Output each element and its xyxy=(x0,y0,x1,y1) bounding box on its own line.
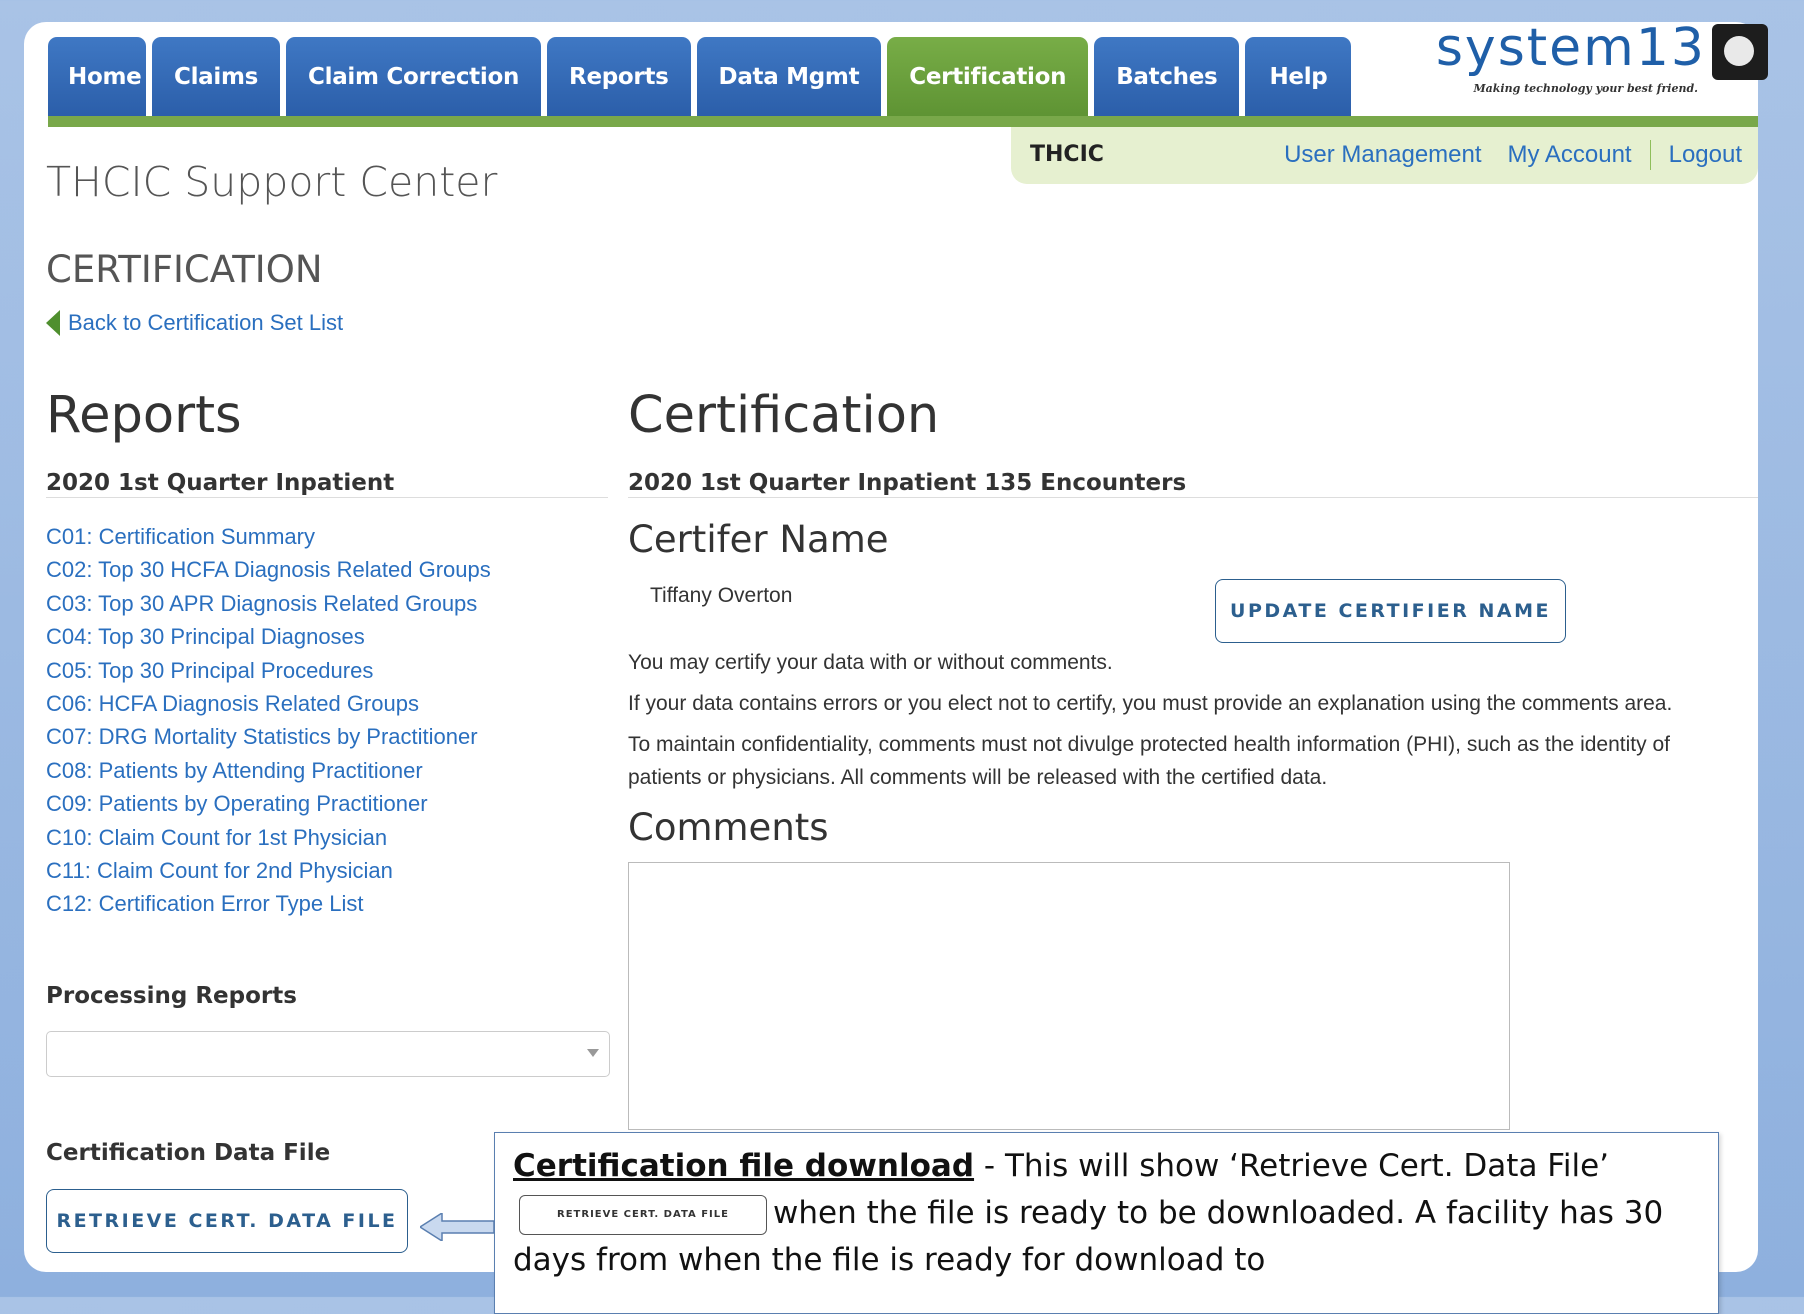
main-nav: Home Claims Claim Correction Reports Dat… xyxy=(48,37,1352,117)
tab-batches[interactable]: Batches xyxy=(1094,37,1240,117)
reports-subheading: 2020 1st Quarter Inpatient xyxy=(46,470,395,496)
dog-icon xyxy=(1712,24,1768,80)
report-link-c03[interactable]: C03: Top 30 APR Diagnosis Related Groups xyxy=(46,587,491,620)
chevron-down-icon xyxy=(587,1049,599,1057)
my-account-link[interactable]: My Account xyxy=(1508,141,1632,169)
comments-textarea[interactable] xyxy=(628,862,1510,1130)
back-arrow-icon xyxy=(46,310,60,336)
org-name: THCIC xyxy=(1030,142,1104,167)
report-link-c10[interactable]: C10: Claim Count for 1st Physician xyxy=(46,821,491,854)
certify-info-text: You may certify your data with or withou… xyxy=(628,651,1113,674)
certifier-name-value: Tiffany Overton xyxy=(650,584,793,607)
back-to-set-list-link[interactable]: Back to Certification Set List xyxy=(46,310,343,336)
tab-home[interactable]: Home xyxy=(48,37,146,117)
report-link-c07[interactable]: C07: DRG Mortality Statistics by Practit… xyxy=(46,720,491,753)
annotation-callout: Certification file download - This will … xyxy=(494,1132,1719,1314)
report-link-c05[interactable]: C05: Top 30 Principal Procedures xyxy=(46,654,491,687)
system13-logo[interactable]: system13 Making technology your best fri… xyxy=(1435,18,1768,95)
callout-text-1: - This will show ‘Retrieve Cert. Data Fi… xyxy=(974,1148,1610,1184)
back-link-label: Back to Certification Set List xyxy=(68,310,344,335)
comments-heading: Comments xyxy=(628,806,829,849)
report-link-c06[interactable]: C06: HCFA Diagnosis Related Groups xyxy=(46,687,491,720)
report-link-c04[interactable]: C04: Top 30 Principal Diagnoses xyxy=(46,620,491,653)
logo-wordmark: system13 xyxy=(1435,18,1706,78)
tab-help[interactable]: Help xyxy=(1245,37,1352,117)
report-link-c08[interactable]: C08: Patients by Attending Practitioner xyxy=(46,754,491,787)
report-link-c12[interactable]: C12: Certification Error Type List xyxy=(46,887,491,920)
account-links: User Management My Account Logout xyxy=(1284,140,1742,170)
certification-heading: Certification xyxy=(628,386,940,445)
errors-info-text: If your data contains errors or you elec… xyxy=(628,692,1673,715)
cert-data-file-heading: Certification Data File xyxy=(46,1140,331,1166)
processing-reports-select[interactable] xyxy=(46,1031,610,1077)
processing-reports-heading: Processing Reports xyxy=(46,983,297,1009)
update-certifier-name-button[interactable]: UPDATE CERTIFIER NAME xyxy=(1215,579,1566,643)
logout-link[interactable]: Logout xyxy=(1669,141,1742,169)
link-divider xyxy=(1649,140,1651,170)
logo-tagline: Making technology your best friend. xyxy=(1473,82,1698,95)
retrieve-cert-data-file-button[interactable]: RETRIEVE CERT. DATA FILE xyxy=(46,1189,408,1253)
certification-subheading: 2020 1st Quarter Inpatient 135 Encounter… xyxy=(628,470,1187,496)
user-management-link[interactable]: User Management xyxy=(1284,141,1481,169)
tab-data-mgmt[interactable]: Data Mgmt xyxy=(696,37,882,117)
tab-claims[interactable]: Claims xyxy=(152,37,281,117)
nav-underline xyxy=(48,116,1758,127)
confidentiality-info-text: To maintain confidentiality, comments mu… xyxy=(628,733,1670,789)
certification-divider xyxy=(628,497,1758,498)
report-link-c02[interactable]: C02: Top 30 HCFA Diagnosis Related Group… xyxy=(46,553,491,586)
report-link-c11[interactable]: C11: Claim Count for 2nd Physician xyxy=(46,854,491,887)
tab-reports[interactable]: Reports xyxy=(547,37,691,117)
callout-title: Certification file download xyxy=(513,1148,975,1184)
reports-heading: Reports xyxy=(46,386,242,445)
certifier-name-heading: Certifer Name xyxy=(628,518,889,561)
tab-certification[interactable]: Certification xyxy=(887,37,1089,117)
site-title: THCIC Support Center xyxy=(46,158,498,206)
callout-arrow-icon xyxy=(420,1213,494,1241)
report-link-c01[interactable]: C01: Certification Summary xyxy=(46,520,491,553)
page-title: CERTIFICATION xyxy=(46,248,323,291)
report-list: C01: Certification Summary C02: Top 30 H… xyxy=(46,520,491,921)
reports-divider xyxy=(46,497,608,498)
report-link-c09[interactable]: C09: Patients by Operating Practitioner xyxy=(46,787,491,820)
tab-claim-correction[interactable]: Claim Correction xyxy=(286,37,542,117)
callout-retrieve-button-sample: RETRIEVE CERT. DATA FILE xyxy=(519,1194,767,1235)
